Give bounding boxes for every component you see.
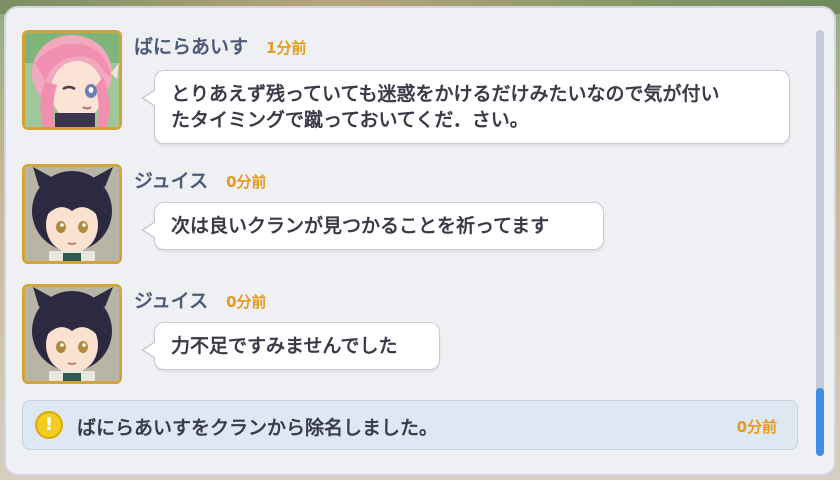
pink-hair-elf-girl-avatar-icon [25, 33, 119, 127]
chat-message: ジュイス 0分前 次は良いクランが見つかることを祈ってます [22, 164, 802, 268]
message-header: ばにらあいす 1分前 [134, 32, 306, 58]
system-notice: ! ばにらあいすをクランから除名しました。 0分前 [22, 400, 798, 450]
dark-hair-cat-girl-avatar-icon [25, 287, 119, 381]
message-text-line: たタイミングで蹴っておいてくだ．さい。 [171, 109, 529, 131]
exclamation-icon: ! [35, 411, 63, 439]
system-notice-text: ばにらあいすをクランから除名しました。 [77, 417, 439, 439]
user-avatar-dark-hair[interactable] [22, 164, 122, 264]
user-avatar-dark-hair[interactable] [22, 284, 122, 384]
message-text: 力不足ですみませんでした [171, 335, 398, 357]
message-timestamp: 0分前 [226, 293, 267, 311]
sender-name[interactable]: ばにらあいす [134, 32, 248, 59]
message-bubble: 次は良いクランが見つかることを祈ってます [141, 202, 604, 250]
message-text-line: とりあえず残っていても迷惑をかけるだけみたいなので気が付い [171, 83, 720, 105]
sender-name[interactable]: ジュイス [134, 166, 208, 193]
dark-hair-cat-girl-avatar-icon [25, 167, 119, 261]
message-text: 次は良いクランが見つかることを祈ってます [171, 215, 550, 237]
scrollbar-track[interactable] [816, 30, 824, 456]
scrollbar-thumb[interactable] [816, 388, 824, 456]
message-timestamp: 1分前 [266, 39, 307, 57]
chat-message: ばにらあいす 1分前 とりあえず残っていても迷惑をかけるだけみたいなので気が付い… [22, 30, 802, 144]
chat-message: ジュイス 0分前 力不足ですみませんでした [22, 284, 802, 388]
chat-log-panel: ばにらあいす 1分前 とりあえず残っていても迷惑をかけるだけみたいなので気が付い… [4, 6, 836, 476]
message-header: ジュイス 0分前 [134, 166, 267, 192]
message-header: ジュイス 0分前 [134, 286, 267, 312]
sender-name[interactable]: ジュイス [134, 286, 208, 313]
message-bubble: とりあえず残っていても迷惑をかけるだけみたいなので気が付い たタイミングで蹴って… [141, 70, 790, 144]
user-avatar-pink-hair[interactable] [22, 30, 122, 130]
message-bubble: 力不足ですみませんでした [141, 322, 440, 370]
system-notice-timestamp: 0分前 [736, 418, 777, 436]
message-timestamp: 0分前 [226, 173, 267, 191]
